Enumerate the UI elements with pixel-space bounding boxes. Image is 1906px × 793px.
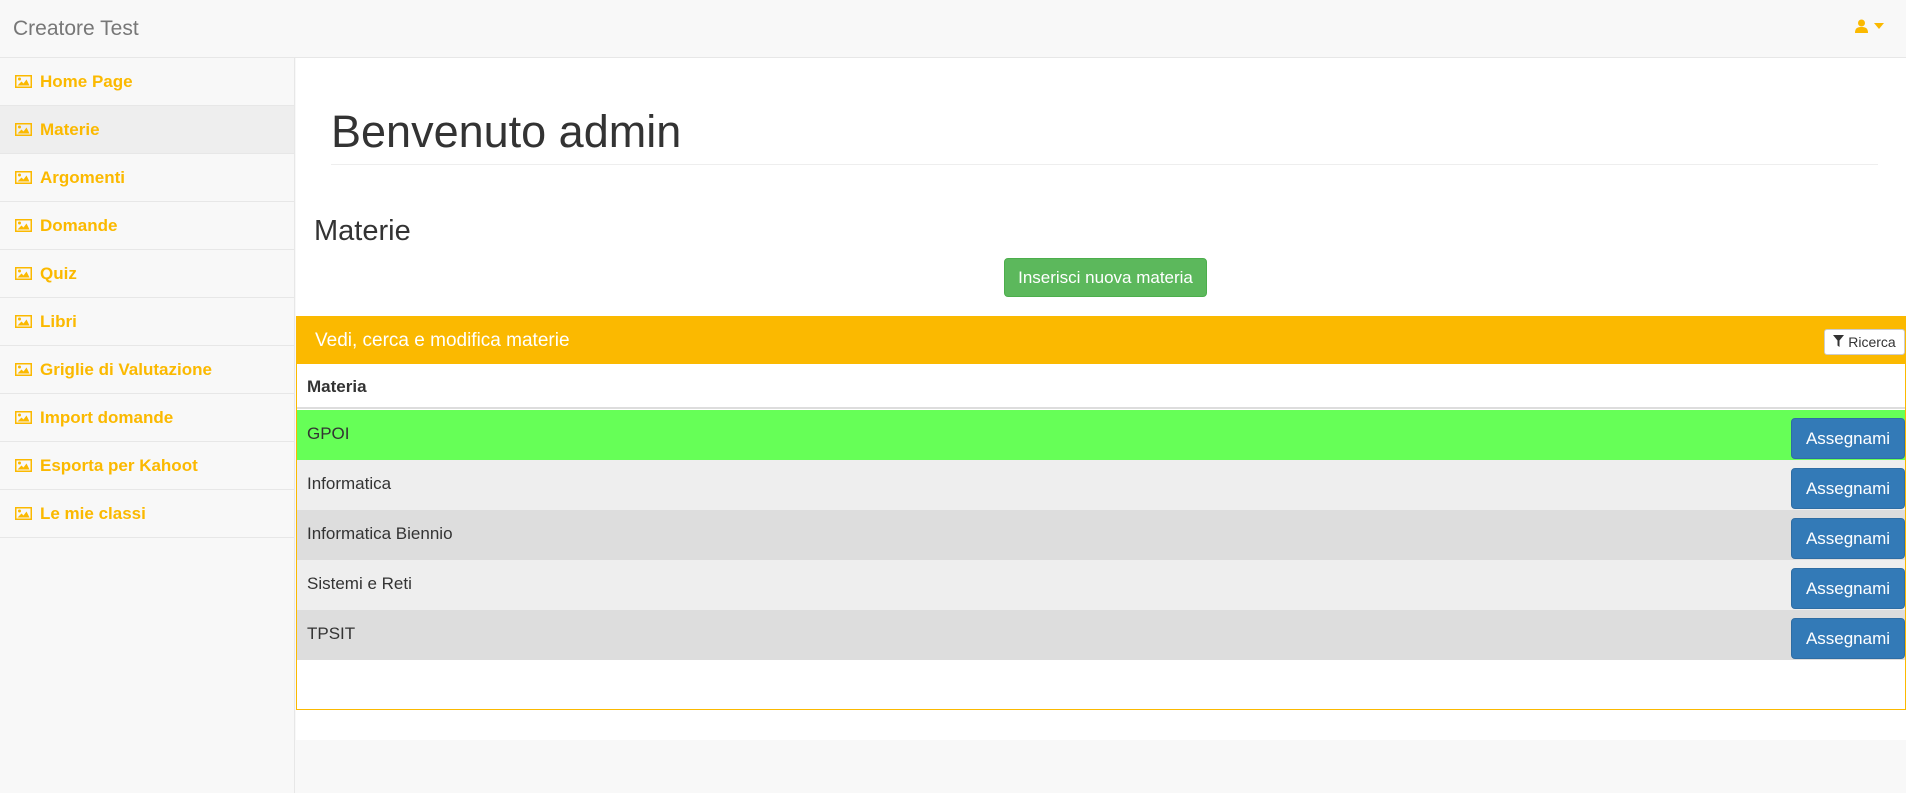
sidebar-item-libri[interactable]: Libri xyxy=(0,298,294,346)
sidebar-item-label: Le mie classi xyxy=(40,503,146,523)
sidebar-item-home-page[interactable]: Home Page xyxy=(0,58,294,106)
image-icon xyxy=(15,363,33,377)
sidebar: Home Page Materie Argomenti Domande Quiz Libr… xyxy=(0,58,295,793)
assign-button[interactable]: Assegnami xyxy=(1791,568,1905,609)
image-icon xyxy=(15,459,33,473)
table-row: Sistemi e Reti Assegnami xyxy=(297,560,1905,610)
image-icon xyxy=(15,411,33,425)
sidebar-item-label: Libri xyxy=(40,311,77,331)
sidebar-item-import-domande[interactable]: Import domande xyxy=(0,394,294,442)
caret-down-icon xyxy=(1874,23,1884,29)
subject-name: TPSIT xyxy=(307,624,356,643)
sidebar-item-label: Materie xyxy=(40,119,100,139)
assign-button[interactable]: Assegnami xyxy=(1791,518,1905,559)
assign-button[interactable]: Assegnami xyxy=(1791,618,1905,659)
new-subject-button[interactable]: Inserisci nuova materia xyxy=(1004,258,1207,297)
welcome-title: Benvenuto admin xyxy=(331,106,682,157)
image-icon xyxy=(15,267,33,281)
sidebar-item-label: Argomenti xyxy=(40,167,125,187)
table-row: Informatica Biennio Assegnami xyxy=(297,510,1905,560)
panel-title: Vedi, cerca e modifica materie xyxy=(315,330,570,351)
sidebar-item-label: Esporta per Kahoot xyxy=(40,455,198,475)
sidebar-item-label: Quiz xyxy=(40,263,77,283)
sidebar-item-label: Griglie di Valutazione xyxy=(40,359,212,379)
table-row: TPSIT Assegnami xyxy=(297,610,1905,660)
sidebar-item-domande[interactable]: Domande xyxy=(0,202,294,250)
sidebar-item-label: Import domande xyxy=(40,407,174,427)
subject-name: Informatica xyxy=(307,474,392,493)
subject-name: GPOI xyxy=(307,424,350,443)
sidebar-item-label: Home Page xyxy=(40,71,133,91)
sidebar-item-esporta-per-kahoot[interactable]: Esporta per Kahoot xyxy=(0,442,294,490)
table-header: Materia xyxy=(297,364,1905,409)
main-content: Benvenuto admin Materie Inserisci nuova … xyxy=(296,58,1906,740)
sidebar-item-materie[interactable]: Materie xyxy=(0,106,294,154)
panel-heading: Vedi, cerca e modifica materie Ricerca xyxy=(297,317,1905,364)
sidebar-item-argomenti[interactable]: Argomenti xyxy=(0,154,294,202)
user-icon xyxy=(1855,19,1868,33)
table-row: GPOI Assegnami xyxy=(297,410,1905,460)
assign-button[interactable]: Assegnami xyxy=(1791,418,1905,459)
subjects-panel: Vedi, cerca e modifica materie Ricerca M… xyxy=(296,316,1906,710)
assign-button[interactable]: Assegnami xyxy=(1791,468,1905,509)
table-row: Informatica Assegnami xyxy=(297,460,1905,510)
page-header: Benvenuto admin xyxy=(331,104,1878,165)
search-button-label: Ricerca xyxy=(1848,334,1896,350)
filter-icon xyxy=(1833,334,1845,350)
image-icon xyxy=(15,507,33,521)
image-icon xyxy=(15,219,33,233)
app-title[interactable]: Creatore Test xyxy=(13,17,139,41)
sidebar-item-quiz[interactable]: Quiz xyxy=(0,250,294,298)
column-header-materia: Materia xyxy=(307,377,367,396)
search-button[interactable]: Ricerca xyxy=(1824,329,1905,355)
image-icon xyxy=(15,315,33,329)
image-icon xyxy=(15,123,33,137)
sidebar-item-label: Domande xyxy=(40,215,118,235)
section-title: Materie xyxy=(314,215,411,247)
image-icon xyxy=(15,75,33,89)
subject-name: Informatica Biennio xyxy=(307,524,453,543)
subject-name: Sistemi e Reti xyxy=(307,574,412,593)
sidebar-item-le-mie-classi[interactable]: Le mie classi xyxy=(0,490,294,538)
top-navbar: Creatore Test xyxy=(0,0,1906,58)
user-menu-toggle[interactable] xyxy=(1855,19,1884,33)
image-icon xyxy=(15,171,33,185)
sidebar-item-griglie-di-valutazione[interactable]: Griglie di Valutazione xyxy=(0,346,294,394)
